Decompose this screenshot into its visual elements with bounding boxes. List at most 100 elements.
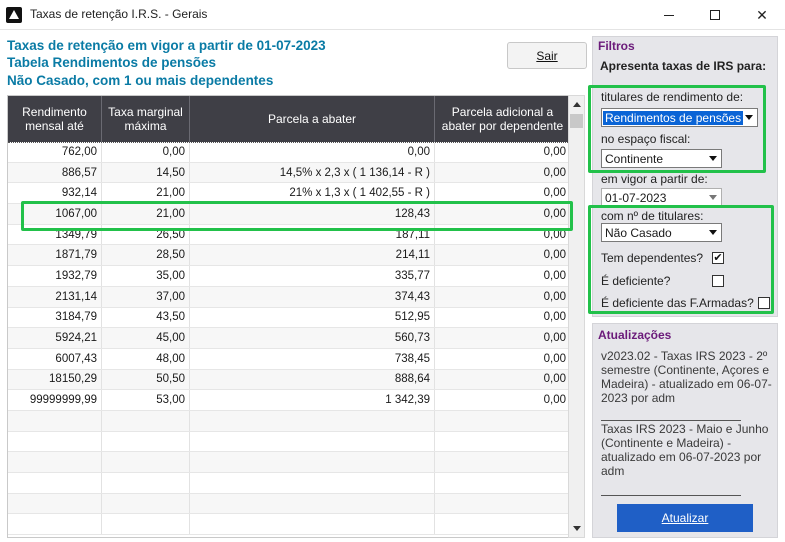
cell-taxa — [102, 431, 190, 452]
scroll-up-button[interactable] — [569, 96, 584, 113]
atualizar-label: Atualizar — [661, 511, 709, 525]
cell-taxa: 35,00 — [102, 266, 190, 286]
cell-rendimento — [8, 431, 102, 452]
atualizacoes-title: Atualizações — [598, 328, 672, 342]
titulares-select[interactable]: Rendimentos de pensões — [601, 108, 758, 127]
cell-rendimento: 1871,79 — [8, 245, 102, 266]
table-row[interactable]: 1067,00 21,00 128,43 0,00 — [8, 204, 568, 225]
table-body: 762,00 0,00 0,00 0,00 886,57 14,50 14,5% x 2,3… — [8, 142, 568, 536]
chevron-down-icon — [572, 526, 581, 531]
cell-parcela-adicional — [435, 473, 568, 493]
column-header-parcela-adicional[interactable]: Parcela adicional a abater por dependent… — [435, 96, 568, 142]
cell-taxa: 26,50 — [102, 224, 190, 245]
cell-rendimento: 1349,79 — [8, 224, 102, 245]
table-row[interactable] — [8, 452, 568, 473]
dependentes-checkbox[interactable]: ✔ — [712, 252, 724, 264]
table-row[interactable]: 886,57 14,50 14,5% x 2,3 x ( 1 136,14 - R … — [8, 162, 568, 184]
table-row[interactable]: 2131,14 37,00 374,43 0,00 — [8, 286, 568, 308]
table-row[interactable]: 1932,79 35,00 335,77 0,00 — [8, 266, 568, 287]
cell-parcela — [190, 431, 435, 452]
header-status: Não Casado, com 1 ou mais dependentes — [7, 73, 274, 88]
table-row[interactable]: 932,14 21,00 21% x 1,3 x ( 1 402,55 - R ) 0… — [8, 183, 568, 205]
cell-taxa: 45,00 — [102, 328, 190, 348]
cell-parcela-adicional: 0,00 — [543, 332, 566, 345]
cell-rendimento — [8, 452, 102, 472]
cell-taxa — [102, 410, 190, 431]
chevron-up-icon — [572, 102, 581, 107]
column-header-parcela[interactable]: Parcela a abater — [190, 96, 435, 142]
cell-parcela: 1 342,39 — [190, 390, 435, 410]
cell-taxa: 0,00 — [102, 143, 190, 162]
cell-rendimento: 5924,21 — [8, 328, 102, 348]
cell-parcela-adicional: 0,00 — [543, 228, 566, 241]
deficiente-armadas-checkbox[interactable] — [758, 297, 770, 309]
table-row[interactable]: 762,00 0,00 0,00 0,00 — [8, 142, 568, 163]
cell-parcela-adicional: 0,00 — [543, 269, 566, 282]
sair-button[interactable]: Sair — [507, 42, 587, 69]
table-row[interactable]: 5924,21 45,00 560,73 0,00 — [8, 328, 568, 349]
close-button[interactable]: ✕ — [739, 0, 785, 30]
table-row[interactable] — [8, 514, 568, 536]
scroll-thumb[interactable] — [570, 114, 583, 128]
cell-parcela: 888,64 — [190, 369, 435, 390]
scroll-down-button[interactable] — [569, 520, 584, 537]
num-titulares-select[interactable]: Não Casado — [601, 223, 722, 242]
column-header-rendimento[interactable]: Rendimento mensal até — [8, 96, 102, 142]
cell-parcela-adicional: 0,00 — [543, 394, 566, 407]
cell-rendimento: 18150,29 — [8, 369, 102, 390]
header-table-name: Tabela Rendimentos de pensões — [7, 55, 217, 70]
divider — [601, 420, 741, 421]
espaco-fiscal-select[interactable]: Continente — [601, 149, 722, 168]
sair-label: Sair — [536, 48, 558, 63]
cell-parcela: 560,73 — [190, 328, 435, 348]
rates-table: Rendimento mensal até Taxa marginal máxi… — [7, 95, 569, 538]
cell-parcela-adicional — [435, 411, 568, 431]
table-row[interactable]: 99999999,99 53,00 1 342,39 0,00 — [8, 390, 568, 411]
titulares-label: titulares de rendimento de: — [601, 90, 744, 104]
table-row[interactable]: 1871,79 28,50 214,11 0,00 — [8, 245, 568, 267]
cell-parcela: 374,43 — [190, 286, 435, 307]
table-row[interactable]: 18150,29 50,50 888,64 0,00 — [8, 369, 568, 391]
cell-parcela: 14,5% x 2,3 x ( 1 136,14 - R ) — [190, 162, 435, 183]
table-row[interactable]: 6007,43 48,00 738,45 0,00 — [8, 348, 568, 370]
cell-taxa: 21,00 — [102, 204, 190, 224]
atualizacoes-panel: Atualizações v2023.02 - Taxas IRS 2023 -… — [592, 323, 778, 538]
atualizar-button[interactable]: Atualizar — [617, 504, 753, 532]
num-titulares-label: com nº de titulares: — [601, 209, 704, 223]
table-row[interactable] — [8, 410, 568, 432]
vigor-value: 01-07-2023 — [605, 190, 667, 205]
table-row[interactable] — [8, 493, 568, 515]
cell-rendimento — [8, 473, 102, 493]
update-entry: Taxas IRS 2023 - Maio e Junho (Continent… — [601, 422, 769, 478]
cell-parcela-adicional — [435, 494, 568, 514]
cell-parcela — [190, 493, 435, 514]
filtros-subtitle: Apresenta taxas de IRS para: — [600, 59, 767, 73]
cell-parcela-adicional: 0,00 — [543, 352, 566, 365]
cell-taxa: 21,00 — [102, 183, 190, 204]
app-logo-icon — [6, 7, 22, 23]
table-row[interactable] — [8, 431, 568, 453]
column-header-taxa[interactable]: Taxa marginal máxima — [102, 96, 190, 142]
minimize-button[interactable] — [646, 0, 692, 30]
vigor-date-picker[interactable]: 01-07-2023 — [601, 188, 722, 207]
title-bar: Taxas de retenção I.R.S. - Gerais ✕ — [0, 0, 785, 30]
table-scrollbar[interactable] — [568, 95, 585, 538]
cell-parcela-adicional: 0,00 — [543, 290, 566, 303]
deficiente-label: É deficiente? — [601, 274, 671, 288]
deficiente-armadas-label: É deficiente das F.Armadas? — [601, 296, 754, 310]
cell-parcela-adicional: 0,00 — [543, 249, 566, 262]
deficiente-checkbox[interactable] — [712, 275, 724, 287]
table-row[interactable]: 1349,79 26,50 187,11 0,00 — [8, 224, 568, 246]
cell-taxa: 14,50 — [102, 162, 190, 183]
cell-rendimento: 932,14 — [8, 183, 102, 204]
cell-parcela-adicional: 0,00 — [543, 311, 566, 324]
cell-parcela-adicional: 0,00 — [543, 146, 566, 159]
check-icon: ✔ — [713, 252, 723, 264]
cell-taxa: 50,50 — [102, 369, 190, 390]
table-row[interactable] — [8, 473, 568, 494]
espaco-fiscal-label: no espaço fiscal: — [601, 132, 691, 146]
maximize-button[interactable] — [692, 0, 738, 30]
table-row[interactable]: 3184,79 43,50 512,95 0,00 — [8, 307, 568, 329]
filtros-panel: Filtros Apresenta taxas de IRS para: tit… — [592, 36, 778, 317]
minimize-icon — [664, 14, 674, 16]
